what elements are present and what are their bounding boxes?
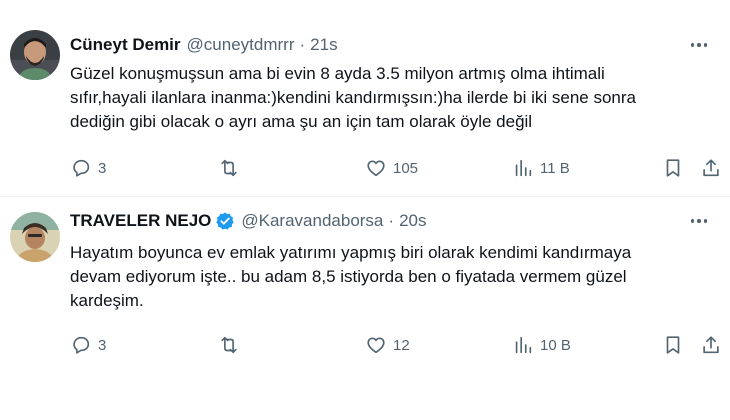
bookmark-button[interactable]: [662, 156, 684, 180]
bookmark-button[interactable]: [662, 333, 684, 357]
views-icon: [515, 336, 532, 354]
views-button[interactable]: 10 B: [512, 333, 571, 357]
avatar[interactable]: [10, 212, 60, 262]
share-button[interactable]: [700, 333, 722, 357]
user-handle[interactable]: @cuneytdmrrr: [187, 35, 295, 55]
like-count: 105: [393, 159, 419, 177]
tweet[interactable]: TRAVELER NEJO @Karavandaborsa · 20s Haya…: [0, 198, 730, 420]
display-name[interactable]: TRAVELER NEJO: [70, 211, 211, 231]
reply-count: 3: [98, 336, 107, 354]
retweet-button[interactable]: [218, 333, 246, 357]
retweet-button[interactable]: [218, 156, 246, 180]
user-handle[interactable]: @Karavandaborsa: [241, 211, 383, 231]
action-bar: 3 105 11 B: [70, 156, 720, 180]
share-icon: [703, 336, 719, 354]
views-count: 11 B: [540, 159, 570, 177]
tweet-header: Cüneyt Demir @cuneytdmrrr · 21s: [70, 33, 710, 57]
reply-button[interactable]: 3: [70, 156, 106, 180]
bookmark-icon: [666, 159, 680, 177]
action-bar: 3 12 10 B: [70, 333, 720, 357]
timestamp[interactable]: 20s: [399, 211, 426, 231]
views-icon: [515, 159, 532, 177]
like-button[interactable]: 12: [365, 333, 410, 357]
bookmark-icon: [666, 336, 680, 354]
retweet-icon: [221, 159, 237, 177]
like-icon: [367, 160, 385, 177]
retweet-icon: [221, 336, 237, 354]
views-count: 10 B: [540, 336, 571, 354]
display-name[interactable]: Cüneyt Demir: [70, 35, 181, 55]
more-icon[interactable]: [688, 35, 710, 55]
reply-icon: [73, 336, 90, 354]
separator-dot: ·: [299, 35, 306, 54]
reply-icon: [73, 159, 90, 177]
tweet-header: TRAVELER NEJO @Karavandaborsa · 20s: [70, 209, 710, 233]
like-count: 12: [393, 336, 410, 354]
share-icon: [703, 159, 719, 177]
share-button[interactable]: [700, 156, 722, 180]
like-button[interactable]: 105: [365, 156, 418, 180]
reply-button[interactable]: 3: [70, 333, 106, 357]
verified-icon[interactable]: [215, 211, 235, 231]
more-icon[interactable]: [688, 211, 710, 231]
views-button[interactable]: 11 B: [512, 156, 570, 180]
tweet[interactable]: Cüneyt Demir @cuneytdmrrr · 21s Güzel ko…: [0, 0, 730, 197]
tweet-text: Güzel konuşmuşsun ama bi evin 8 ayda 3.5…: [70, 64, 636, 131]
tweet-text: Hayatım boyunca ev emlak yatırımı yapmış…: [70, 243, 632, 310]
avatar[interactable]: [10, 30, 60, 80]
reply-count: 3: [98, 159, 107, 177]
like-icon: [367, 337, 385, 354]
separator-dot: ·: [388, 211, 395, 230]
timestamp[interactable]: 21s: [310, 35, 337, 55]
